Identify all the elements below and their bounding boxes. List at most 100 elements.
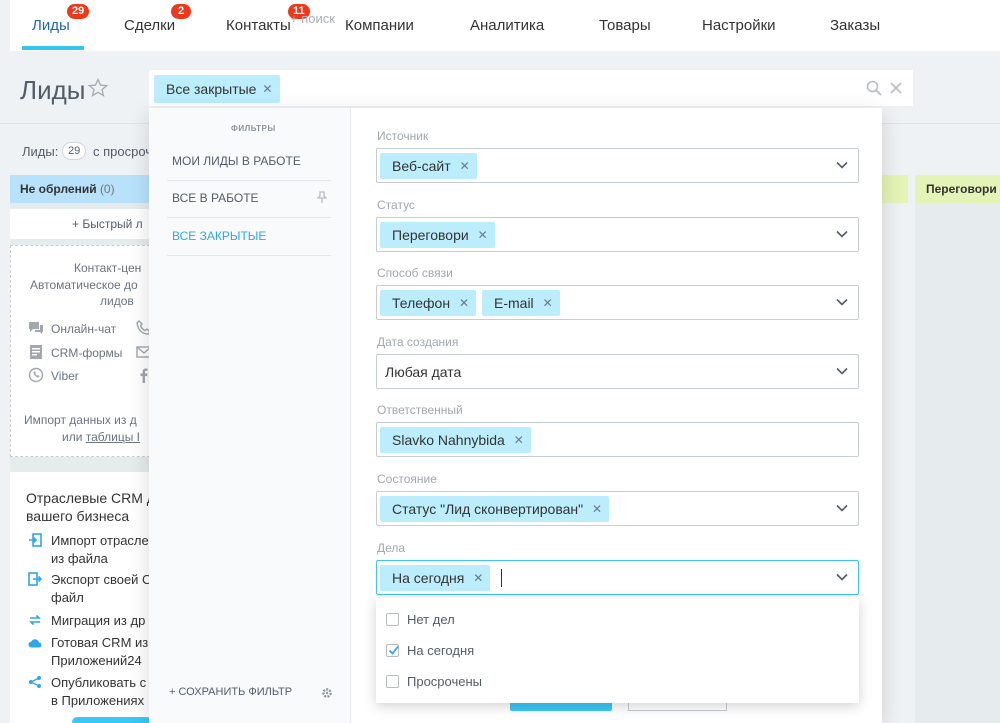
chevron-down-icon[interactable]	[836, 504, 848, 512]
nav-item-contacts[interactable]: Контакты	[226, 17, 291, 34]
page-title: Лиды	[20, 75, 86, 105]
state-tag: Статус "Лид сконвертирован" ✕	[380, 496, 610, 522]
contact-method-tag: Телефон ✕	[380, 290, 477, 316]
close-icon[interactable]: ✕	[262, 75, 272, 103]
chevron-down-icon[interactable]	[836, 573, 848, 581]
promo-title: Контакт-цен	[74, 261, 142, 275]
chevron-down-icon[interactable]	[836, 230, 848, 238]
dropdown-option-label: На сегодня	[407, 643, 475, 658]
chevron-down-icon[interactable]	[836, 367, 848, 375]
state-label: Состояние	[377, 472, 437, 486]
promo-subtitle: Автоматическое до	[30, 278, 138, 292]
nav-item-analytics[interactable]: Аналитика	[470, 17, 544, 34]
industry-action-button[interactable]	[72, 717, 152, 723]
responsible-field[interactable]: Slavko Nahnybida ✕	[376, 422, 859, 457]
industry-item-publish-2: в Приложениях	[51, 693, 145, 708]
state-field[interactable]: Статус "Лид сконвертирован" ✕	[376, 491, 859, 526]
preset-all-closed[interactable]: ВСЕ ЗАКРЫТЫЕ	[172, 229, 266, 243]
source-field[interactable]: Веб-сайт ✕	[376, 148, 859, 183]
industry-item-ready-crm[interactable]: Готовая CRM из	[51, 634, 148, 652]
chevron-down-icon[interactable]	[836, 298, 848, 306]
search-icon[interactable]	[866, 80, 882, 96]
search-preset-chip[interactable]: Все закрытые ✕	[154, 75, 281, 103]
nav-item-products[interactable]: Товары	[599, 17, 651, 34]
kanban-column-right	[915, 203, 1000, 723]
preset-all-in-work[interactable]: ВСЕ В РАБОТЕ	[172, 191, 259, 205]
apply-filter-button[interactable]	[510, 703, 612, 711]
contact-method-tag: E-mail ✕	[482, 290, 560, 316]
industry-title: Отраслевые CRM д	[26, 490, 155, 506]
nav-item-settings[interactable]: Настройки	[702, 17, 776, 34]
nav-item-leads[interactable]: Лиды	[32, 17, 70, 34]
industry-item-export[interactable]: Экспорт своей С	[51, 571, 151, 589]
migration-icon	[29, 614, 41, 626]
gear-icon[interactable]	[321, 687, 333, 699]
remove-tag-icon[interactable]: ✕	[473, 565, 483, 591]
created-date-select[interactable]: Любая дата	[376, 354, 859, 389]
import-icon	[29, 533, 42, 547]
stage-header-arrow	[882, 175, 908, 203]
contact-method-label: Способ связи	[377, 266, 453, 280]
import-table-link[interactable]: таблицы I	[86, 430, 140, 444]
status-field[interactable]: Переговори ✕	[376, 217, 859, 252]
remove-tag-icon[interactable]: ✕	[459, 290, 469, 316]
checkmark-icon	[388, 645, 399, 655]
reset-filter-button[interactable]	[628, 703, 727, 711]
tasks-label: Дела	[377, 541, 406, 555]
chevron-down-icon[interactable]	[836, 161, 848, 169]
viber-icon	[28, 367, 44, 383]
nav-active-indicator	[22, 46, 84, 50]
industry-item-import-2: из файла	[51, 551, 108, 566]
status-tag: Переговори ✕	[380, 222, 495, 248]
industry-item-import[interactable]: Импорт отрасле	[51, 532, 149, 550]
remove-tag-icon[interactable]: ✕	[592, 496, 602, 522]
stage-count-new: (0)	[99, 182, 115, 196]
preset-divider	[167, 255, 331, 256]
filter-search-bar[interactable]: Все закрытые ✕	[149, 70, 913, 107]
source-tag: Веб-сайт ✕	[380, 153, 477, 179]
created-date-label: Дата создания	[377, 335, 459, 349]
industry-item-ready-crm-2: Приложений24	[51, 653, 142, 668]
remove-tag-icon[interactable]: ✕	[514, 427, 524, 453]
import-data-text: Импорт данных из д	[24, 413, 137, 427]
clear-search-icon[interactable]	[889, 81, 903, 95]
created-date-value: Любая дата	[385, 364, 462, 380]
channel-viber[interactable]: Viber	[51, 369, 79, 383]
search-chip-label: Все закрытые	[166, 81, 257, 97]
share-icon	[29, 676, 41, 688]
quick-add-label: + Быстрый л	[72, 217, 143, 231]
import-data-text-2: или таблицы I	[62, 430, 140, 444]
remove-tag-icon[interactable]: ✕	[543, 290, 553, 316]
nav-item-orders[interactable]: Заказы	[830, 17, 880, 34]
leads-count-badge: 29	[62, 142, 87, 160]
star-icon[interactable]	[88, 78, 108, 98]
status-label: Статус	[377, 198, 415, 212]
tasks-field[interactable]: На сегодня ✕	[376, 560, 859, 595]
nav-item-deals[interactable]: Сделки	[124, 17, 175, 34]
top-navigation: Лиды 29 Сделки 2 Контакты 11 Компании Ан…	[10, 0, 1000, 51]
nav-item-companies[interactable]: Компании	[345, 17, 414, 34]
industry-title-2: вашего бизнеса	[26, 508, 130, 524]
pin-icon[interactable]	[317, 191, 327, 203]
stage-title-new: Не обрлений (0)	[20, 182, 115, 196]
cloud-icon	[28, 639, 42, 648]
export-icon	[28, 572, 42, 586]
remove-tag-icon[interactable]: ✕	[460, 153, 470, 179]
industry-item-migration[interactable]: Миграция из др	[51, 612, 145, 630]
text-caret	[501, 569, 502, 587]
preset-divider	[167, 180, 331, 181]
checkbox[interactable]	[386, 613, 399, 626]
filter-sidebar-heading: ФИЛЬТРЫ	[231, 124, 276, 133]
save-filter-button[interactable]: + СОХРАНИТЬ ФИЛЬТР	[169, 686, 292, 698]
responsible-label: Ответственный	[377, 403, 463, 417]
contact-method-field[interactable]: Телефон ✕ E-mail ✕	[376, 285, 859, 320]
industry-item-publish[interactable]: Опубликовать с	[51, 674, 146, 692]
remove-tag-icon[interactable]: ✕	[478, 222, 488, 248]
channel-online-chat[interactable]: Онлайн-чат	[51, 322, 116, 336]
checkbox-checked[interactable]	[386, 644, 399, 657]
channel-crm-forms[interactable]: CRM-формы	[51, 346, 122, 360]
checkbox[interactable]	[386, 675, 399, 688]
preset-my-leads[interactable]: МОИ ЛИДЫ В РАБОТЕ	[172, 154, 301, 168]
form-icon	[30, 345, 42, 359]
search-input[interactable]: + поиск	[290, 11, 335, 26]
